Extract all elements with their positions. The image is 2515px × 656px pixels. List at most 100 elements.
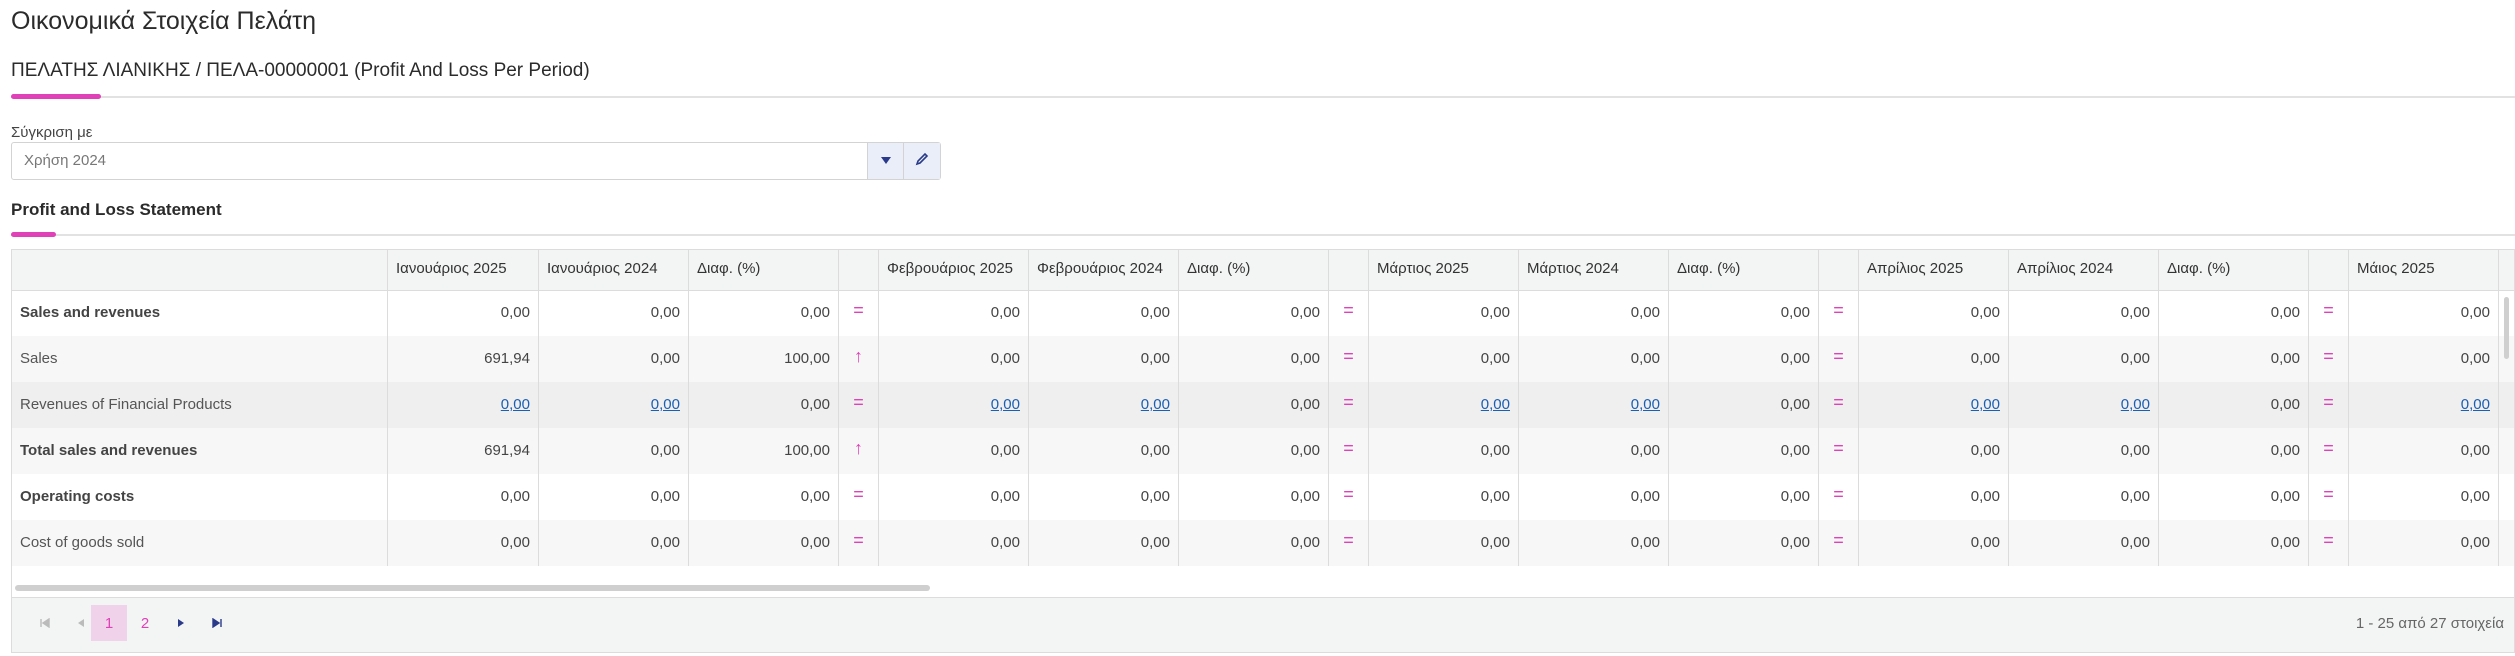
first-page-button[interactable]: [27, 605, 63, 641]
value-cell: 0,00: [1179, 290, 1329, 336]
value-link[interactable]: 0,00: [501, 396, 530, 413]
row-spacer: [2499, 382, 2514, 428]
value-cell: 0,00: [1669, 520, 1819, 566]
column-header[interactable]: Διαφ. (%): [689, 250, 839, 290]
column-header[interactable]: Μάρτιος 2024: [1519, 250, 1669, 290]
column-header[interactable]: Μάρτιος 2025: [1369, 250, 1519, 290]
value-cell: 0,00: [2349, 336, 2499, 382]
value-cell: 0,00: [1669, 428, 1819, 474]
value-link-cell[interactable]: 0,00: [539, 382, 689, 428]
value-link-cell[interactable]: 0,00: [2009, 382, 2159, 428]
horizontal-scrollbar[interactable]: [15, 585, 930, 591]
grid-body: Sales and revenues 0,00 0,00 0,00 = 0,00 0,00 0…: [12, 290, 2514, 566]
column-header[interactable]: Διαφ. (%): [1669, 250, 1819, 290]
value-cell: 0,00: [539, 290, 689, 336]
value-link[interactable]: 0,00: [1631, 396, 1660, 413]
last-page-button[interactable]: [199, 605, 235, 641]
previous-page-icon: [77, 615, 85, 632]
tab-indicator: [11, 94, 101, 99]
table-row[interactable]: Cost of goods sold 0,00 0,00 0,00 = 0,00 0,00 0…: [12, 520, 2514, 566]
column-header[interactable]: Ιανουάριος 2024: [539, 250, 689, 290]
equals-icon: =: [2309, 520, 2349, 566]
value-link-cell[interactable]: 0,00: [1519, 382, 1669, 428]
value-cell: 0,00: [2349, 474, 2499, 520]
value-link-cell[interactable]: 0,00: [1369, 382, 1519, 428]
compare-dropdown-button[interactable]: [867, 143, 904, 179]
value-cell: 0,00: [1859, 428, 2009, 474]
divider: [11, 96, 2515, 98]
column-header-blank: [1819, 250, 1859, 290]
equals-icon: =: [1329, 428, 1369, 474]
value-cell: 0,00: [388, 474, 539, 520]
value-cell: 0,00: [879, 428, 1029, 474]
pager-info: 1 - 25 από 27 στοιχεία: [2355, 615, 2504, 632]
table-row[interactable]: Sales 691,94 0,00 100,00 ↑ 0,00 0,00 0,00 = 0,00 0…: [12, 336, 2514, 382]
equals-icon: =: [1329, 474, 1369, 520]
section-title: Profit and Loss Statement: [11, 200, 222, 219]
compare-select[interactable]: Χρήση 2024: [11, 142, 941, 180]
column-header[interactable]: Απρίλιος 2025: [1859, 250, 2009, 290]
row-label: Revenues of Financial Products: [12, 382, 388, 428]
row-label: Cost of goods sold: [12, 520, 388, 566]
value-link-cell[interactable]: 0,00: [388, 382, 539, 428]
column-header[interactable]: Διαφ. (%): [1179, 250, 1329, 290]
equals-icon: =: [1329, 520, 1369, 566]
value-link-cell[interactable]: 0,00: [1859, 382, 2009, 428]
vertical-scrollbar[interactable]: [2504, 297, 2509, 359]
value-cell: 0,00: [539, 474, 689, 520]
table-row[interactable]: Sales and revenues 0,00 0,00 0,00 = 0,00 0,00 0…: [12, 290, 2514, 336]
column-header[interactable]: Φεβρουάριος 2025: [879, 250, 1029, 290]
divider: [11, 234, 2515, 236]
column-header[interactable]: Φεβρουάριος 2024: [1029, 250, 1179, 290]
value-cell: 0,00: [1369, 520, 1519, 566]
compare-edit-button[interactable]: [903, 143, 940, 179]
value-link-cell[interactable]: 0,00: [2349, 382, 2499, 428]
value-cell: 0,00: [2009, 520, 2159, 566]
table-row[interactable]: Revenues of Financial Products 0,00 0,00 0,…: [12, 382, 2514, 428]
value-cell: 0,00: [1859, 290, 2009, 336]
column-header[interactable]: Ιανουάριος 2025: [388, 250, 539, 290]
column-header-blank: [12, 250, 388, 290]
value-cell: 100,00: [689, 336, 839, 382]
equals-icon: =: [2309, 336, 2349, 382]
value-cell: 0,00: [1179, 520, 1329, 566]
equals-icon: =: [1819, 290, 1859, 336]
value-cell: 0,00: [1179, 336, 1329, 382]
value-link[interactable]: 0,00: [2121, 396, 2150, 413]
value-cell: 0,00: [1369, 290, 1519, 336]
value-link[interactable]: 0,00: [1481, 396, 1510, 413]
page-button-2[interactable]: 2: [127, 605, 163, 641]
value-cell: 0,00: [2159, 336, 2309, 382]
value-cell: 0,00: [1859, 520, 2009, 566]
table-row[interactable]: Total sales and revenues 691,94 0,00 100,00…: [12, 428, 2514, 474]
page-button-1[interactable]: 1: [91, 605, 127, 641]
value-link-cell[interactable]: 0,00: [879, 382, 1029, 428]
value-link[interactable]: 0,00: [1971, 396, 2000, 413]
equals-icon: =: [2309, 382, 2349, 428]
column-header[interactable]: Απρίλιος 2024: [2009, 250, 2159, 290]
value-cell: 0,00: [689, 290, 839, 336]
row-label: Sales and revenues: [12, 290, 388, 336]
value-cell: 0,00: [1519, 474, 1669, 520]
value-link[interactable]: 0,00: [2461, 396, 2490, 413]
next-page-button[interactable]: [163, 605, 199, 641]
value-link-cell[interactable]: 0,00: [1029, 382, 1179, 428]
equals-icon: =: [1819, 520, 1859, 566]
value-cell: 0,00: [539, 428, 689, 474]
value-link[interactable]: 0,00: [991, 396, 1020, 413]
value-cell: 0,00: [2009, 290, 2159, 336]
value-link[interactable]: 0,00: [1141, 396, 1170, 413]
column-header-blank: [1329, 250, 1369, 290]
caret-down-icon: [881, 152, 891, 170]
column-header[interactable]: Μάιος 2025: [2349, 250, 2499, 290]
equals-icon: =: [839, 474, 879, 520]
value-cell: 0,00: [2159, 428, 2309, 474]
value-cell: 0,00: [1369, 474, 1519, 520]
equals-icon: =: [1819, 474, 1859, 520]
value-cell: 0,00: [1029, 520, 1179, 566]
row-spacer: [2499, 474, 2514, 520]
value-link[interactable]: 0,00: [651, 396, 680, 413]
page-subheader: ΠΕΛΑΤΗΣ ΛΙΑΝΙΚΗΣ / ΠΕΛΑ-00000001 (Profit…: [11, 60, 590, 81]
table-row[interactable]: Operating costs 0,00 0,00 0,00 = 0,00 0,00 0,00…: [12, 474, 2514, 520]
column-header[interactable]: Διαφ. (%): [2159, 250, 2309, 290]
